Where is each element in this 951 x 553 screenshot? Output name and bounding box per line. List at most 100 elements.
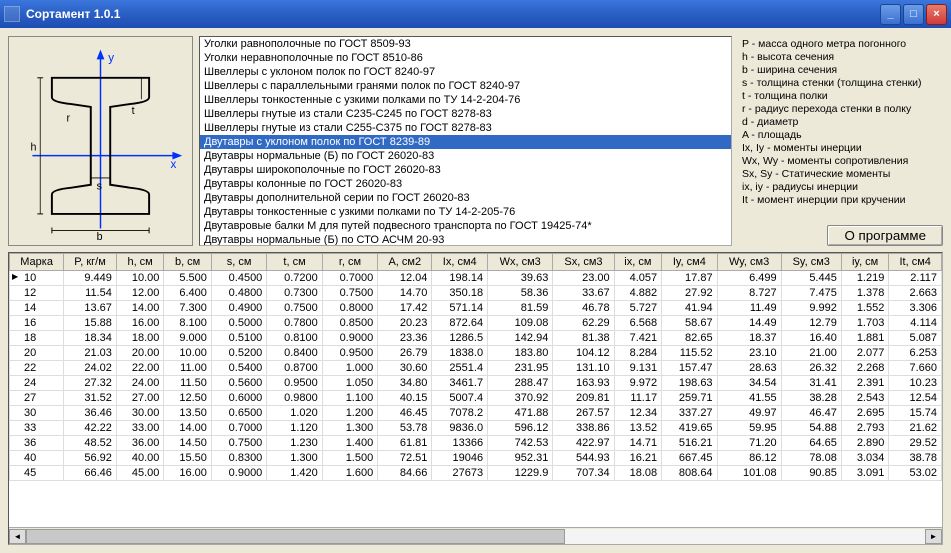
table-row[interactable]: 2731.5227.0012.500.60000.98001.10040.155…: [10, 391, 942, 406]
legend-line: P - масса одного метра погонного: [742, 38, 943, 51]
list-item[interactable]: Двутавры широкополочные по ГОСТ 26020-83: [200, 163, 731, 177]
table-row[interactable]: 2021.0320.0010.000.52000.84000.950026.79…: [10, 346, 942, 361]
list-item[interactable]: Двутавры тонкостенные с узкими полками п…: [200, 205, 731, 219]
table-cell: 40.00: [116, 451, 164, 466]
list-item[interactable]: Уголки равнополочные по ГОСТ 8509-93: [200, 37, 731, 51]
list-item[interactable]: Двутавровые балки М для путей подвесного…: [200, 219, 731, 233]
table-cell: 544.93: [553, 451, 614, 466]
scroll-left-arrow[interactable]: ◄: [9, 529, 26, 544]
table-row[interactable]: 1211.5412.006.4000.48000.73000.750014.70…: [10, 286, 942, 301]
about-button[interactable]: О программе: [827, 225, 943, 246]
table-cell: 45.00: [116, 466, 164, 481]
list-item[interactable]: Двутавры нормальные (Б) по СТО АСЧМ 20-9…: [200, 233, 731, 246]
column-header[interactable]: Ix, см4: [432, 254, 488, 271]
table-row[interactable]: 1818.3418.009.0000.51000.81000.900023.36…: [10, 331, 942, 346]
table-cell: 36: [10, 436, 64, 451]
column-header[interactable]: Марка: [10, 254, 64, 271]
column-header[interactable]: Wx, см3: [488, 254, 553, 271]
column-header[interactable]: A, см2: [378, 254, 432, 271]
table-row[interactable]: 2427.3224.0011.500.56000.95001.05034.803…: [10, 376, 942, 391]
table-cell: 13.67: [64, 301, 117, 316]
minimize-button[interactable]: _: [880, 4, 901, 25]
close-button[interactable]: ×: [926, 4, 947, 25]
table-cell: 9.449: [64, 271, 117, 286]
table-cell: 40.15: [378, 391, 432, 406]
table-row[interactable]: 4566.4645.0016.000.90001.4201.60084.6627…: [10, 466, 942, 481]
column-header[interactable]: h, см: [116, 254, 164, 271]
table-row[interactable]: 109.44910.005.5000.45000.72000.700012.04…: [10, 271, 942, 286]
table-cell: 24.02: [64, 361, 117, 376]
column-header[interactable]: b, см: [164, 254, 212, 271]
table-cell: 1.000: [322, 361, 377, 376]
table-row[interactable]: 1615.8816.008.1000.50000.78000.850020.23…: [10, 316, 942, 331]
column-header[interactable]: Iy, см4: [662, 254, 717, 271]
profile-listbox[interactable]: Уголки равнополочные по ГОСТ 8509-93Угол…: [199, 36, 732, 246]
column-header[interactable]: P, кг/м: [64, 254, 117, 271]
table-cell: 46.45: [378, 406, 432, 421]
table-cell: 16: [10, 316, 64, 331]
table-cell: 24: [10, 376, 64, 391]
s-label: s: [97, 181, 102, 193]
maximize-button[interactable]: □: [903, 4, 924, 25]
list-item[interactable]: Швеллеры гнутые из стали С235-С245 по ГО…: [200, 107, 731, 121]
list-item[interactable]: Двутавры дополнительной серии по ГОСТ 26…: [200, 191, 731, 205]
scroll-right-arrow[interactable]: ►: [925, 529, 942, 544]
table-cell: 707.34: [553, 466, 614, 481]
column-header[interactable]: ix, см: [614, 254, 662, 271]
table-row[interactable]: 4056.9240.0015.500.83001.3001.50072.5119…: [10, 451, 942, 466]
table-cell: 471.88: [488, 406, 553, 421]
column-header[interactable]: Sx, см3: [553, 254, 614, 271]
table-cell: 23.00: [553, 271, 614, 286]
column-header[interactable]: r, см: [322, 254, 377, 271]
list-item[interactable]: Уголки неравнополочные по ГОСТ 8510-86: [200, 51, 731, 65]
column-header[interactable]: s, см: [211, 254, 266, 271]
table-cell: 18.08: [614, 466, 662, 481]
table-cell: 1.100: [322, 391, 377, 406]
table-cell: 19046: [432, 451, 488, 466]
table-row[interactable]: 3036.4630.0013.500.65001.0201.20046.4570…: [10, 406, 942, 421]
table-row[interactable]: 1413.6714.007.3000.49000.75000.800017.42…: [10, 301, 942, 316]
list-item[interactable]: Швеллеры гнутые из стали С255-С375 по ГО…: [200, 121, 731, 135]
column-header[interactable]: iy, см: [841, 254, 889, 271]
table-cell: 31.52: [64, 391, 117, 406]
list-item[interactable]: Двутавры с уклоном полок по ГОСТ 8239-89: [200, 135, 731, 149]
table-cell: 6.400: [164, 286, 212, 301]
table-cell: 10.23: [889, 376, 942, 391]
column-header[interactable]: Wy, см3: [717, 254, 781, 271]
list-item[interactable]: Двутавры нормальные (Б) по ГОСТ 26020-83: [200, 149, 731, 163]
table-cell: 62.29: [553, 316, 614, 331]
list-item[interactable]: Двутавры колонные по ГОСТ 26020-83: [200, 177, 731, 191]
table-cell: 41.94: [662, 301, 717, 316]
table-cell: 13.50: [164, 406, 212, 421]
horizontal-scrollbar[interactable]: ◄ ►: [9, 527, 942, 544]
table-cell: 12.54: [889, 391, 942, 406]
table-cell: 14.00: [164, 421, 212, 436]
h-label: h: [31, 142, 37, 154]
table-cell: 0.9000: [322, 331, 377, 346]
list-item[interactable]: Швеллеры тонкостенные с узкими полками п…: [200, 93, 731, 107]
table-cell: 18.00: [116, 331, 164, 346]
table-cell: 1.219: [841, 271, 889, 286]
table-cell: 0.5000: [211, 316, 266, 331]
scroll-thumb[interactable]: [26, 529, 565, 544]
table-cell: 12.79: [781, 316, 841, 331]
table-cell: 54.88: [781, 421, 841, 436]
table-cell: 1.881: [841, 331, 889, 346]
column-header[interactable]: t, см: [267, 254, 322, 271]
table-cell: 419.65: [662, 421, 717, 436]
table-cell: 0.7500: [267, 301, 322, 316]
table-cell: 24.00: [116, 376, 164, 391]
table-row[interactable]: 3648.5236.0014.500.75001.2301.40061.8113…: [10, 436, 942, 451]
properties-table[interactable]: МаркаP, кг/мh, смb, смs, смt, смr, смA, …: [8, 252, 943, 545]
list-item[interactable]: Швеллеры с параллельными гранями полок п…: [200, 79, 731, 93]
table-cell: 12.04: [378, 271, 432, 286]
column-header[interactable]: Sy, см3: [781, 254, 841, 271]
list-item[interactable]: Швеллеры с уклоном полок по ГОСТ 8240-97: [200, 65, 731, 79]
table-row[interactable]: 2224.0222.0011.000.54000.87001.00030.602…: [10, 361, 942, 376]
table-cell: 0.5200: [211, 346, 266, 361]
table-cell: 3.306: [889, 301, 942, 316]
column-header[interactable]: It, см4: [889, 254, 942, 271]
table-row[interactable]: 3342.2233.0014.000.70001.1201.30053.7898…: [10, 421, 942, 436]
legend-line: d - диаметр: [742, 116, 943, 129]
table-cell: 31.41: [781, 376, 841, 391]
